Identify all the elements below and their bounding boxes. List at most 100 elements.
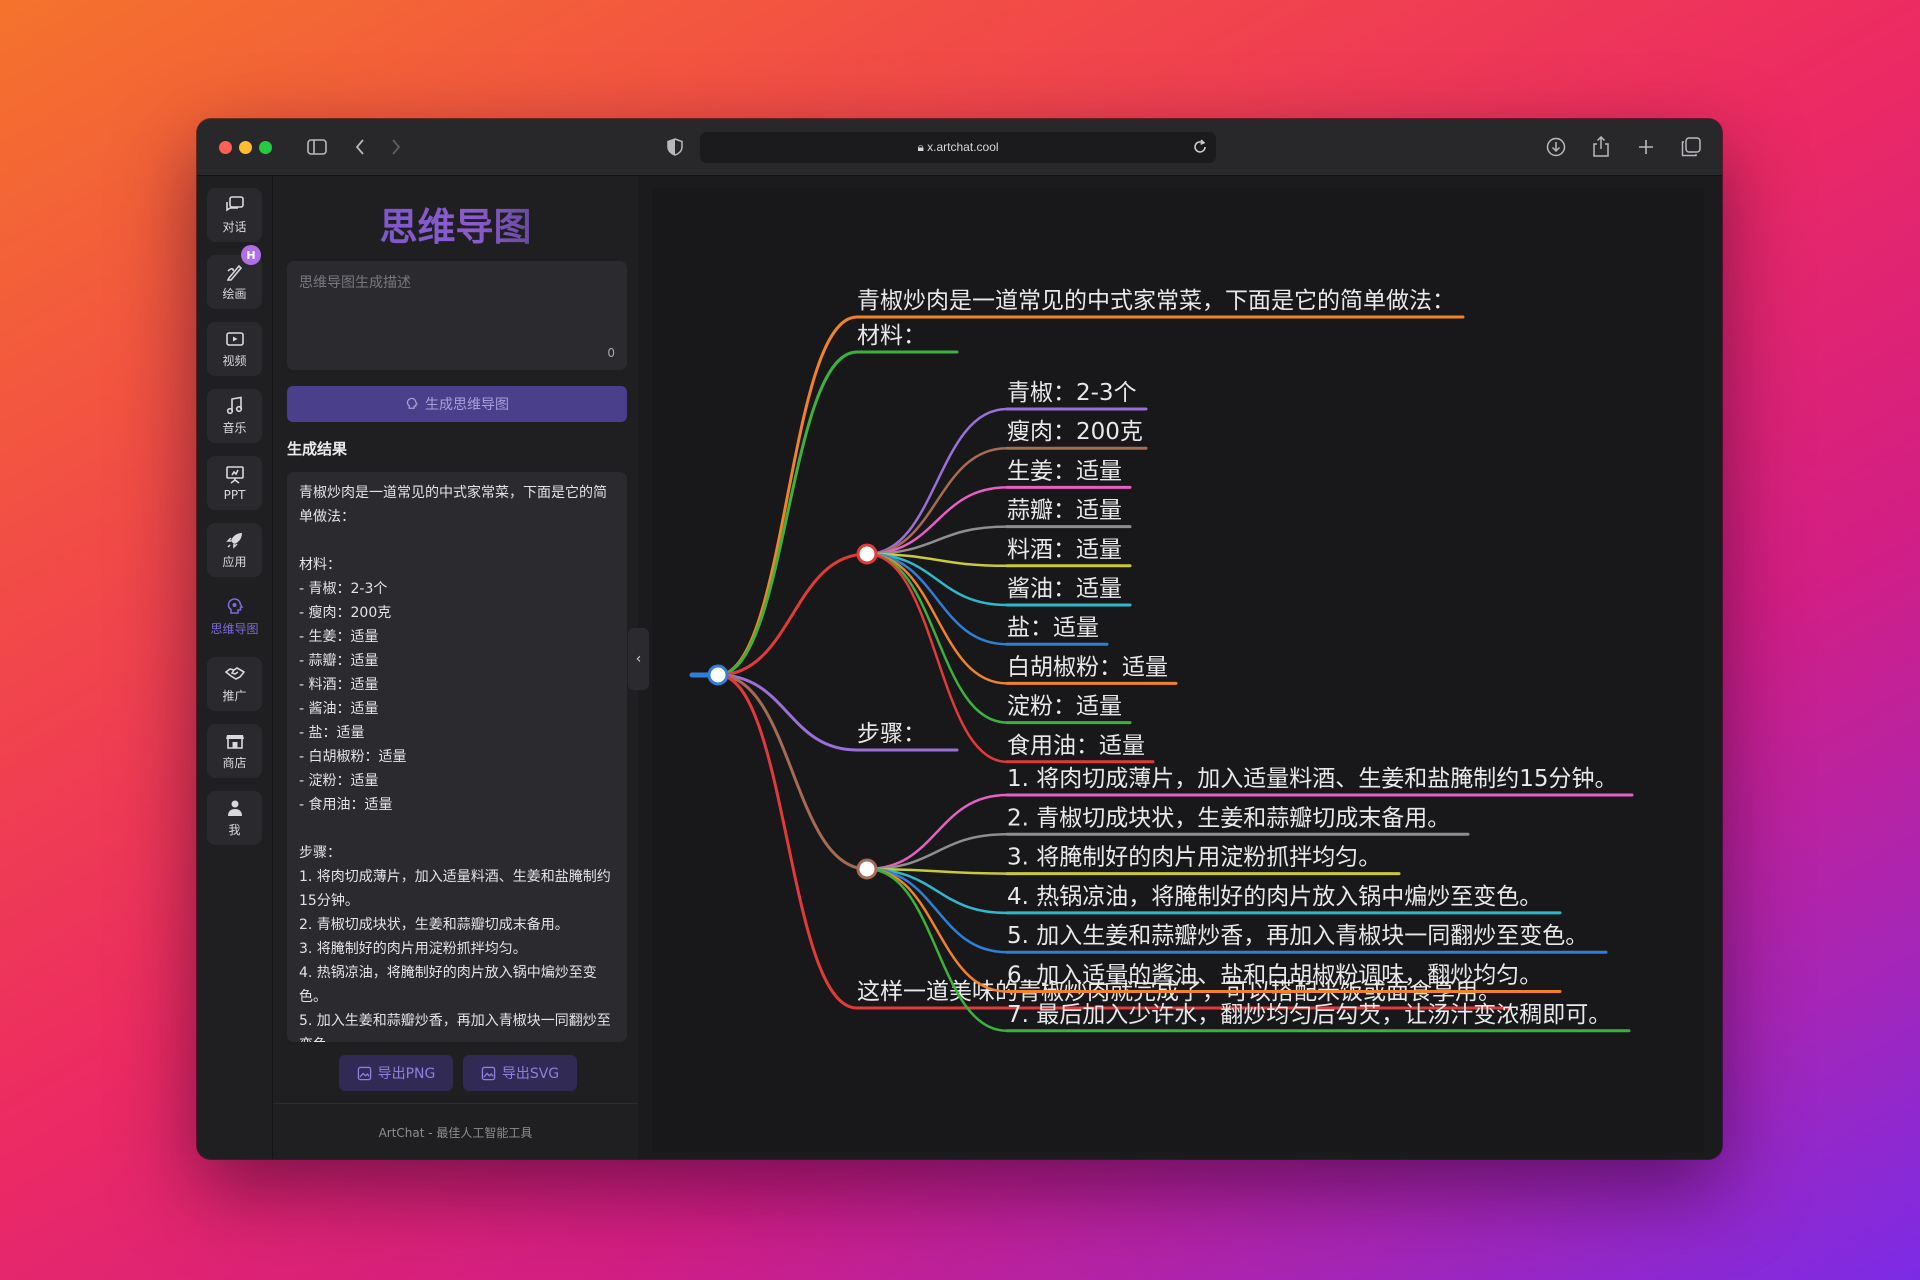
reload-icon[interactable] [1192, 139, 1208, 159]
chat-icon [225, 196, 244, 212]
generate-mindmap-button[interactable]: 生成思维导图 [287, 386, 627, 422]
materials-branch [716, 350, 859, 677]
sidebar-item-video[interactable]: 视频 [207, 322, 262, 376]
privacy-shield-icon[interactable] [662, 134, 688, 160]
user-icon [227, 800, 242, 816]
video-icon [225, 332, 244, 346]
root-node [707, 664, 729, 686]
steps-hub-node [856, 858, 878, 880]
export-svg-button[interactable]: 导出SVG [463, 1055, 577, 1091]
handshake-icon [224, 667, 245, 680]
step-node-label: 1. 将肉切成薄片，加入适量料酒、生姜和盐腌制约15分钟。 [1007, 766, 1618, 792]
address-bar[interactable]: 🔒︎ x.artchat.cool [700, 132, 1216, 163]
export-png-button[interactable]: 导出PNG [339, 1055, 453, 1091]
url-text: x.artchat.cool [927, 140, 999, 154]
hot-badge: H [241, 245, 261, 265]
material-node-label: 食用油：适量 [1007, 733, 1145, 759]
result-text: 青椒炒肉是一道常见的中式家常菜，下面是它的简单做法： 材料： - 青椒：2-3个… [299, 485, 611, 1042]
material-node-label: 生姜：适量 [1007, 458, 1122, 484]
back-icon[interactable] [347, 134, 373, 160]
step-node-label: 6. 加入适量的酱油、盐和白胡椒粉调味，翻炒均匀。 [1007, 963, 1542, 989]
result-text-area[interactable]: 青椒炒肉是一道常见的中式家常菜，下面是它的简单做法： 材料： - 青椒：2-3个… [287, 472, 627, 1042]
material-node-label: 料酒：适量 [1007, 537, 1122, 563]
mindmap-description-input[interactable]: 思维导图生成描述 0 [287, 261, 627, 370]
sidebar-item-promote[interactable]: 推广 [207, 657, 262, 711]
outro-branch [716, 673, 859, 1010]
sidebar-item-label: 思维导图 [210, 622, 259, 636]
sidebar-item-label: 我 [228, 823, 241, 837]
sidebar-item-apps[interactable]: 应用 [207, 523, 262, 577]
step-branch [865, 833, 1009, 871]
image-icon [357, 1066, 371, 1080]
collapse-panel-button[interactable]: ‹ [628, 628, 649, 690]
store-icon [225, 735, 244, 749]
character-count: 0 [607, 346, 615, 360]
result-heading: 生成结果 [287, 440, 348, 458]
material-branch [865, 552, 1009, 685]
step-branch [865, 793, 1009, 871]
material-branch [865, 486, 1009, 556]
steps-list-branch [716, 673, 869, 871]
sidebar-item-label: 音乐 [222, 421, 247, 435]
steps-node-label: 步骤： [857, 721, 926, 747]
sidebar-item-mindmap[interactable]: 思维导图 [207, 590, 262, 644]
sidebar-item-label: 商店 [222, 756, 247, 770]
zoom-window-button[interactable] [259, 141, 272, 154]
page-title: 思维导图 [273, 196, 638, 251]
materials-node-label: 材料： [857, 323, 926, 349]
sidebar-item-label: 应用 [222, 555, 247, 569]
step-node-label: 2. 青椒切成块状，生姜和蒜瓣切成末备用。 [1007, 805, 1450, 831]
new-tab-icon[interactable] [1633, 134, 1659, 160]
material-node-label: 蒜瓣：适量 [1007, 498, 1122, 524]
material-branch [865, 407, 1009, 556]
intro-node-label: 青椒炒肉是一道常见的中式家常菜，下面是它的简单做法： [857, 288, 1455, 314]
step-branch [865, 867, 1009, 993]
material-node-label: 淀粉：适量 [1007, 694, 1122, 720]
export-png-label: 导出PNG [377, 1066, 436, 1082]
forward-icon[interactable] [383, 134, 409, 160]
image-icon [481, 1066, 496, 1080]
footer-divider [273, 1103, 638, 1104]
material-branch [865, 552, 1009, 646]
step-node-label: 4. 热锅凉油，将腌制好的肉片放入锅中煸炒至变色。 [1007, 884, 1542, 910]
sidebar-item-label: 绘画 [222, 287, 247, 301]
export-svg-label: 导出SVG [501, 1066, 560, 1082]
material-node-label: 白胡椒粉：适量 [1007, 654, 1168, 680]
step-node-label: 7. 最后加入少许水，翻炒均匀后勾芡，让汤汁变浓稠即可。 [1007, 1002, 1611, 1028]
close-window-button[interactable] [219, 141, 232, 154]
material-node-label: 盐：适量 [1007, 615, 1099, 641]
footer-text: ArtChat - 最佳人工智能工具 [378, 1126, 533, 1140]
sidebar-item-ppt[interactable]: PPT [207, 456, 262, 510]
sidebar-toggle-icon[interactable] [304, 134, 330, 160]
app-sidebar: 对话 绘画 H 视频 音乐 PPT 应用 思维导图 推广 商店 我 [197, 176, 273, 1159]
share-icon[interactable] [1588, 134, 1614, 160]
step-node-label: 5. 加入生姜和蒜瓣炒香，再加入青椒块一同翻炒至变色。 [1007, 923, 1588, 949]
sidebar-item-label: 视频 [222, 354, 247, 368]
material-node-label: 酱油：适量 [1007, 576, 1122, 602]
materials-list-branch [716, 552, 869, 677]
sidebar-item-label: 对话 [222, 220, 247, 234]
mindmap-icon [406, 397, 418, 409]
material-node-label: 瘦肉：200克 [1007, 419, 1143, 445]
materials-hub-node [856, 543, 878, 565]
tab-overview-icon[interactable] [1678, 134, 1704, 160]
mindmap-control-panel: 思维导图 思维导图生成描述 0 生成思维导图 生成结果 青椒炒肉是一道常见的中式… [273, 176, 638, 1159]
lock-icon: 🔒︎ [917, 140, 928, 154]
material-node-label: 青椒：2-3个 [1007, 380, 1137, 406]
mindmap-icon [227, 598, 243, 614]
step-node-label: 3. 将腌制好的肉片用淀粉抓拌均匀。 [1007, 845, 1381, 871]
sidebar-item-me[interactable]: 我 [207, 791, 262, 845]
mindmap-canvas[interactable]: 青椒炒肉是一道常见的中式家常菜，下面是它的简单做法： 材料： 步骤： 这样一道美味的青… [652, 188, 1704, 1152]
sidebar-item-store[interactable]: 商店 [207, 724, 262, 778]
sidebar-item-music[interactable]: 音乐 [207, 389, 262, 443]
sidebar-item-label: PPT [223, 487, 246, 502]
music-icon [226, 396, 242, 415]
sidebar-item-chat[interactable]: 对话 [207, 188, 262, 242]
sidebar-item-draw[interactable]: 绘画 H [207, 245, 262, 309]
description-placeholder: 思维导图生成描述 [299, 275, 411, 291]
draw-icon [226, 264, 242, 281]
download-icon[interactable] [1543, 134, 1569, 160]
rocket-icon [225, 533, 242, 549]
minimize-window-button[interactable] [239, 141, 252, 154]
browser-titlebar: 🔒︎ x.artchat.cool [197, 119, 1722, 176]
